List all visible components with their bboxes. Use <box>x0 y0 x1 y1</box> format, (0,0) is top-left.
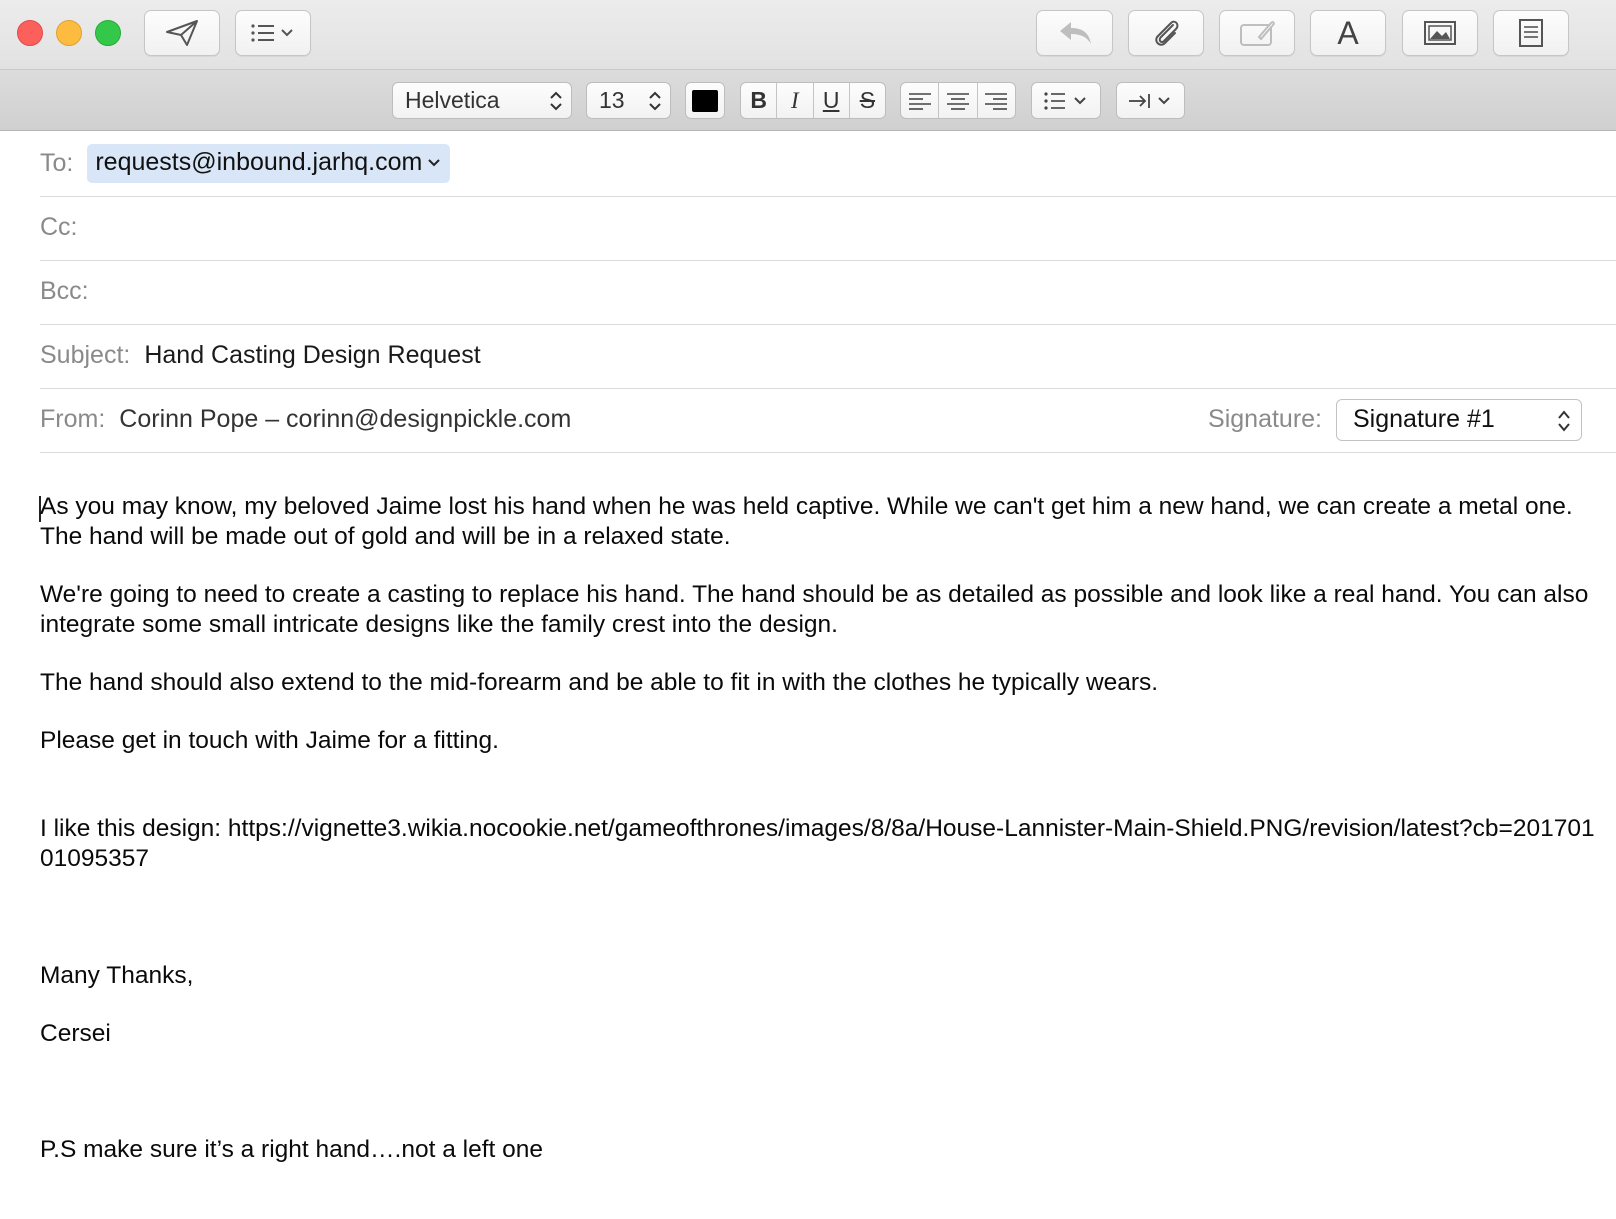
align-right-icon <box>985 92 1008 110</box>
paperclip-icon <box>1155 20 1179 46</box>
fonts-button[interactable]: A <box>1310 10 1386 56</box>
cc-field-row[interactable]: Cc: <box>40 195 1616 261</box>
bold-label: B <box>750 87 767 113</box>
updown-chevron-icon <box>550 91 562 111</box>
from-label: From: <box>40 405 106 433</box>
markup-button[interactable] <box>1219 10 1295 56</box>
italic-label: I <box>791 87 799 113</box>
stationery-button[interactable] <box>1493 10 1569 56</box>
reply-icon <box>1059 22 1091 44</box>
recipient-address: requests@inbound.jarhq.com <box>95 148 423 176</box>
zoom-window-button[interactable] <box>95 20 121 46</box>
font-family-value: Helvetica <box>405 87 500 113</box>
message-body[interactable]: As you may know, my beloved Jaime lost h… <box>40 492 1600 1165</box>
indent-icon <box>1128 93 1170 108</box>
bcc-field-row[interactable]: Bcc: <box>40 259 1616 325</box>
text-color-button[interactable] <box>685 82 725 119</box>
subject-field-row[interactable]: Subject: Hand Casting Design Request <box>40 323 1616 389</box>
align-center-button[interactable] <box>939 83 976 118</box>
format-bar: Helvetica 13 B I U S <box>0 70 1616 131</box>
reply-button[interactable] <box>1036 10 1113 56</box>
text-color-swatch <box>692 89 718 112</box>
underline-label: U <box>822 87 840 113</box>
cc-label: Cc: <box>40 213 78 241</box>
font-family-select[interactable]: Helvetica <box>392 82 572 119</box>
bcc-label: Bcc: <box>40 277 89 305</box>
design-link-paragraph: I like this design: https://vignette3.wi… <box>40 815 1595 872</box>
text-style-group: B I U S <box>740 82 886 119</box>
photo-browser-button[interactable] <box>1402 10 1478 56</box>
strikethrough-label: S <box>859 87 876 113</box>
body-paragraph: We're going to need to create a casting … <box>40 581 1596 638</box>
markup-icon <box>1240 21 1275 46</box>
subject-input[interactable]: Hand Casting Design Request <box>144 341 480 370</box>
align-left-button[interactable] <box>901 83 938 118</box>
signature-name: Cersei <box>40 1020 111 1047</box>
to-label: To: <box>40 149 74 177</box>
from-field-row: From: Corinn Pope – corinn@designpickle.… <box>40 387 1616 453</box>
from-account-select[interactable]: Corinn Pope – corinn@designpickle.com <box>119 405 571 434</box>
body-paragraph: The hand should also extend to the mid-f… <box>40 669 1159 696</box>
signature-value: Signature #1 <box>1353 405 1495 433</box>
minimize-window-button[interactable] <box>56 20 82 46</box>
fonts-label: A <box>1337 14 1359 51</box>
body-paragraph: As you may know, my beloved Jaime lost h… <box>40 493 1580 550</box>
attach-button[interactable] <box>1128 10 1204 56</box>
indent-button[interactable] <box>1116 82 1185 119</box>
body-paragraph: Please get in touch with Jaime for a fit… <box>40 727 499 754</box>
close-window-button[interactable] <box>17 20 43 46</box>
chevron-down-icon <box>428 158 441 166</box>
font-size-value: 13 <box>599 87 625 113</box>
align-right-button[interactable] <box>978 83 1015 118</box>
stationery-icon <box>1519 19 1543 47</box>
window-toolbar: A <box>0 0 1616 70</box>
list-icon <box>251 24 293 42</box>
updown-chevron-icon <box>1558 409 1570 432</box>
postscript: P.S make sure it’s a right hand….not a l… <box>40 1136 544 1163</box>
alignment-group <box>900 82 1016 119</box>
to-field-row: To: requests@inbound.jarhq.com <box>40 131 1616 197</box>
align-left-icon <box>908 92 931 110</box>
updown-chevron-icon <box>649 91 661 111</box>
subject-label: Subject: <box>40 341 131 369</box>
signature-select[interactable]: Signature #1 <box>1336 398 1582 441</box>
send-icon <box>166 20 198 46</box>
italic-button[interactable]: I <box>777 83 812 118</box>
bold-button[interactable]: B <box>741 83 776 118</box>
underline-button[interactable]: U <box>814 83 849 118</box>
strikethrough-button[interactable]: S <box>850 83 885 118</box>
font-size-select[interactable]: 13 <box>586 82 671 119</box>
header-fields-button[interactable] <box>235 10 311 56</box>
signature-label: Signature: <box>1208 405 1322 433</box>
closing-line: Many Thanks, <box>40 962 194 989</box>
photo-icon <box>1424 21 1456 45</box>
send-button[interactable] <box>144 10 220 56</box>
list-style-button[interactable] <box>1031 82 1101 119</box>
align-center-icon <box>947 92 969 110</box>
recipient-chip[interactable]: requests@inbound.jarhq.com <box>87 144 451 183</box>
bullet-list-icon <box>1044 91 1086 110</box>
signature-area: Signature: Signature #1 <box>1208 398 1582 441</box>
